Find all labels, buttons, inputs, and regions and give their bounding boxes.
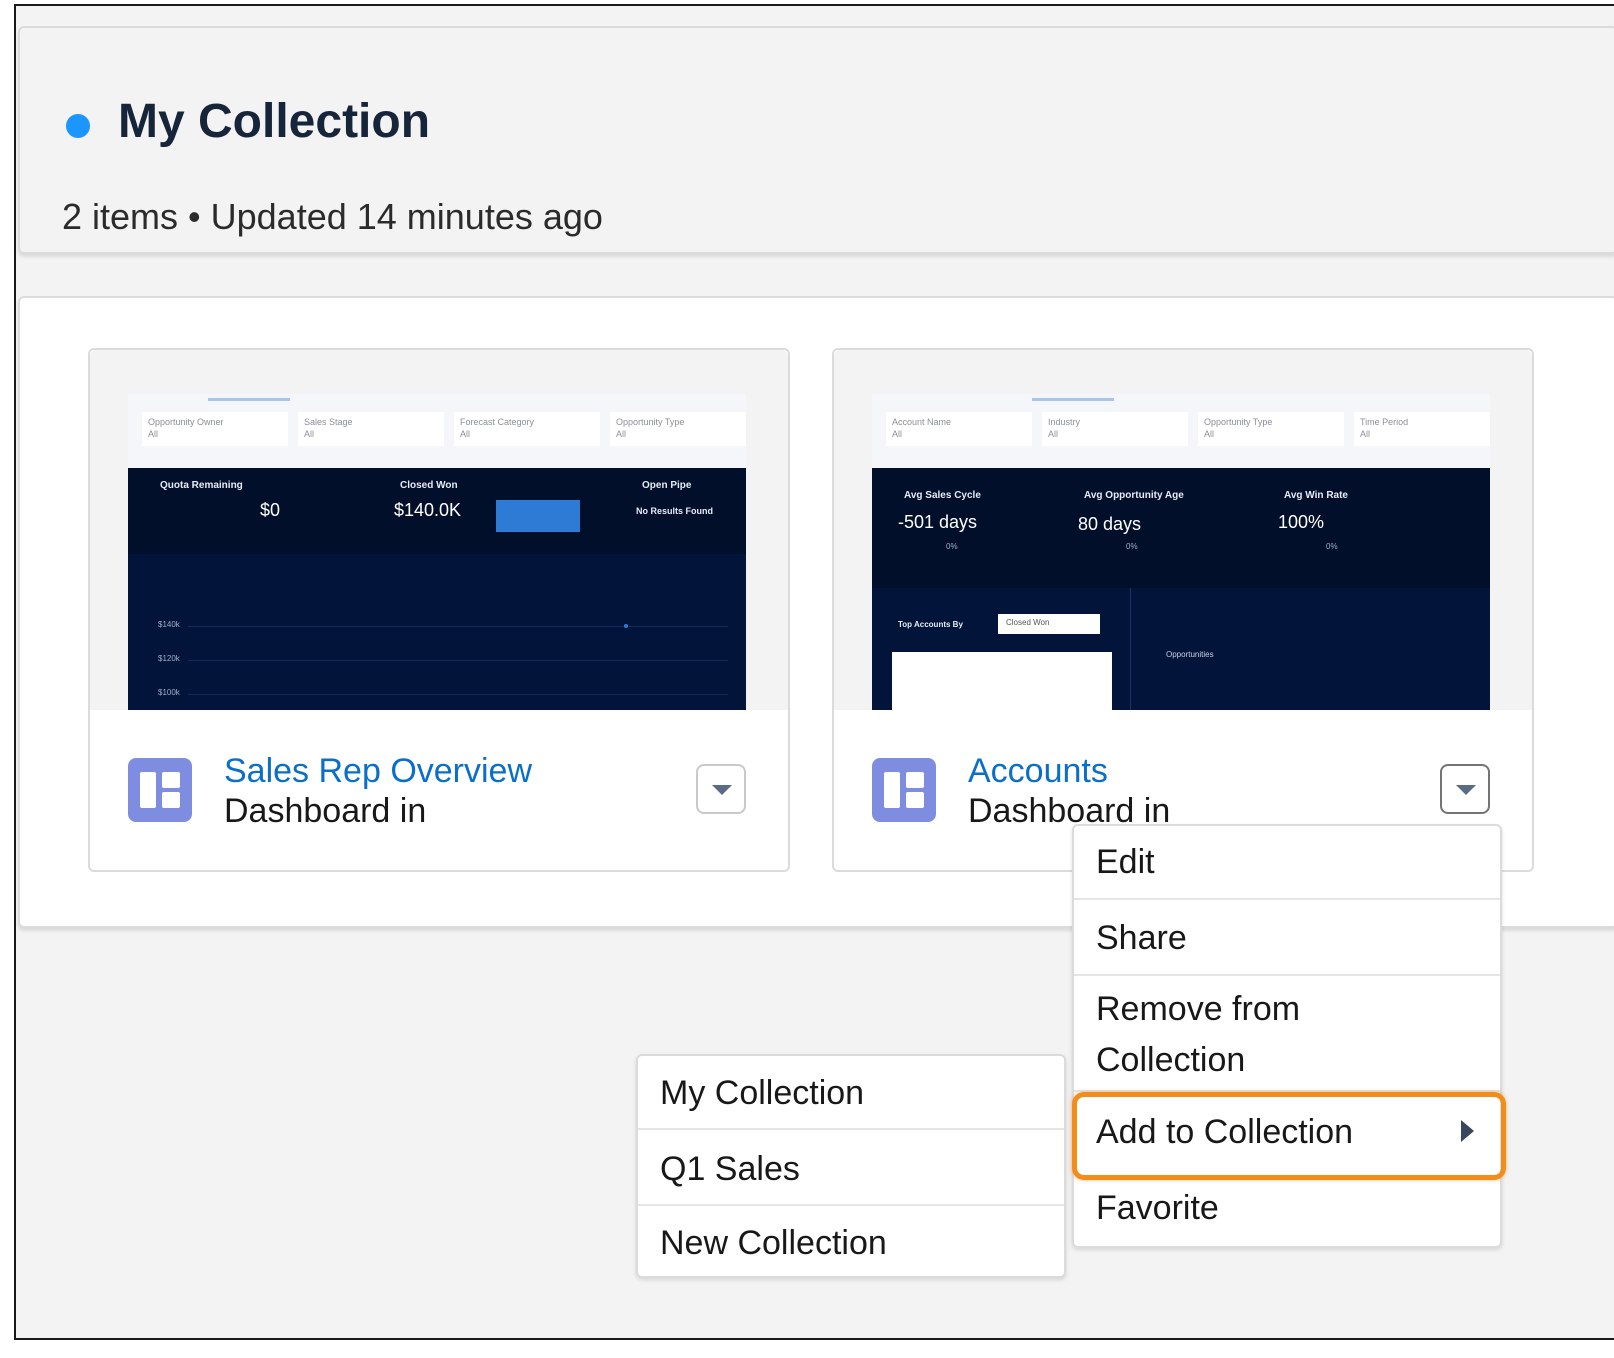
card-context-menu: Edit Share Remove from Collection Add to… [1072, 824, 1502, 1248]
kpi-delta: 0% [1126, 542, 1138, 551]
kpi-label: Quota Remaining [160, 480, 243, 491]
menu-item-remove-from-collection[interactable]: Remove from Collection [1074, 976, 1500, 1092]
top-accounts-label: Top Accounts By [898, 620, 963, 629]
menu-item-share[interactable]: Share [1074, 900, 1500, 976]
menu-item-add-to-collection[interactable]: Add to Collection [1074, 1092, 1500, 1172]
thumbnail-table [892, 652, 1112, 710]
chevron-down-icon [712, 785, 732, 795]
submenu-item-q1-sales[interactable]: Q1 Sales [638, 1130, 1064, 1206]
dashboard-card-accounts[interactable]: Account Name All Industry All Opportunity … [832, 348, 1534, 872]
card-title-link[interactable]: Sales Rep Overview [224, 752, 532, 791]
chart-point [624, 624, 628, 628]
kpi-label: Open Pipe [642, 480, 692, 491]
kpi-label: Closed Won [400, 480, 458, 491]
kpi-label: Avg Opportunity Age [1084, 490, 1184, 501]
top-accounts-select: Closed Won [998, 614, 1100, 634]
menu-item-edit[interactable]: Edit [1074, 826, 1500, 900]
kpi-delta: 0% [1326, 542, 1338, 551]
kpi-value: -501 days [898, 512, 978, 532]
kpi-delta: 0% [946, 542, 958, 551]
menu-item-favorite[interactable]: Favorite [1074, 1172, 1500, 1248]
thumbnail-filter: Industry All [1042, 412, 1188, 446]
dashboard-icon [128, 758, 192, 822]
card-subtitle: Dashboard in [224, 792, 427, 830]
menu-item-label: Add to Collection [1096, 1113, 1354, 1151]
kpi-bar [496, 500, 580, 532]
submenu-item-new-collection[interactable]: New Collection [638, 1206, 1064, 1278]
chevron-right-icon [1461, 1120, 1474, 1142]
kpi-value: $140.0K [394, 500, 462, 520]
thumbnail-filter: Time Period All [1354, 412, 1490, 446]
kpi-value: $0 [260, 500, 281, 520]
card-title-link[interactable]: Accounts [968, 752, 1108, 791]
thumbnail-filter: Forecast Category All [454, 412, 600, 446]
chevron-down-icon [1456, 785, 1476, 795]
thumbnail-filter: Opportunity Type All [610, 412, 746, 446]
collection-submenu: My Collection Q1 Sales New Collection [636, 1054, 1066, 1278]
thumbnail-filter: Opportunity Owner All [142, 412, 288, 446]
dashboard-thumbnail[interactable]: Account Name All Industry All Opportunity … [872, 394, 1490, 710]
opportunities-label: Opportunities [1166, 650, 1214, 659]
status-dot-icon [66, 114, 90, 138]
kpi-label: Avg Sales Cycle [904, 490, 981, 501]
card-menu-button[interactable] [696, 764, 746, 814]
thumbnail-filter: Account Name All [886, 412, 1032, 446]
thumbnail-filter: Opportunity Type All [1198, 412, 1344, 446]
kpi-value: 80 days [1078, 514, 1142, 534]
thumbnail-filter-bar: Opportunity Owner All Sales Stage All Fore… [128, 394, 746, 468]
axis-tick: $140k [158, 620, 180, 629]
thumbnail-filter-bar: Account Name All Industry All Opportunity … [872, 394, 1490, 468]
thumbnail-area: Opportunity Owner All Sales Stage All Fore… [90, 350, 788, 710]
kpi-label: Avg Win Rate [1284, 490, 1348, 501]
thumbnail-filter: Sales Stage All [298, 412, 444, 446]
page-title: My Collection [118, 95, 431, 148]
collection-meta: 2 items • Updated 14 minutes ago [62, 196, 603, 237]
axis-tick: $100k [158, 688, 180, 697]
submenu-item-my-collection[interactable]: My Collection [638, 1056, 1064, 1130]
kpi-value: No Results Found [636, 506, 713, 516]
dashboard-card-sales-rep-overview[interactable]: Opportunity Owner All Sales Stage All Fore… [88, 348, 790, 872]
kpi-value: 100% [1278, 512, 1325, 532]
dashboard-thumbnail[interactable]: Opportunity Owner All Sales Stage All Fore… [128, 394, 746, 710]
thumbnail-area: Account Name All Industry All Opportunity … [834, 350, 1532, 710]
axis-tick: $120k [158, 654, 180, 663]
dashboard-icon [872, 758, 936, 822]
card-menu-button[interactable] [1440, 764, 1490, 814]
collection-header: My Collection 2 items • Updated 14 minut… [18, 26, 1614, 254]
